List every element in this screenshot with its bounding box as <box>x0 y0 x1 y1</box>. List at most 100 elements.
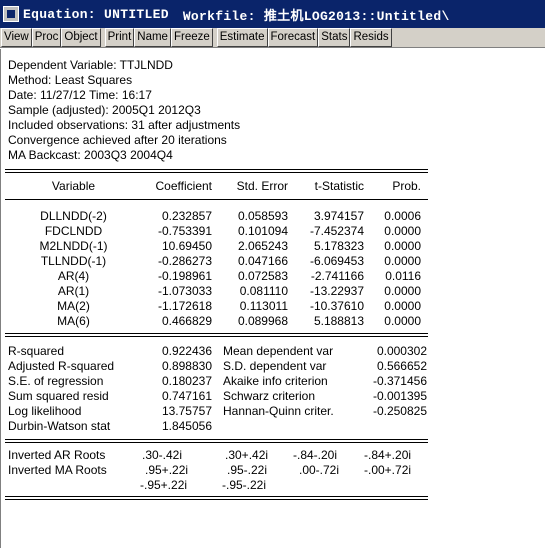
table-rule <box>5 172 428 173</box>
stat-value: -0.371456 <box>372 374 427 388</box>
cell-prob: 0.0000 <box>384 299 421 313</box>
stat-value: 0.000302 <box>376 344 427 358</box>
cell-coefficient: -0.753391 <box>157 224 212 238</box>
object-button[interactable]: Object <box>61 28 101 47</box>
cell-variable: DLLNDD(-2) <box>40 209 107 223</box>
header-line: Included observations: 31 after adjustme… <box>8 118 241 132</box>
cell-prob: 0.0000 <box>384 239 421 253</box>
cell-t-statistic: 5.178323 <box>313 239 364 253</box>
stat-label: Log likelihood <box>8 404 82 418</box>
ma-root: -.95+.22i <box>140 478 188 492</box>
col-header-prob: Prob. <box>392 179 421 193</box>
stat-value: 0.566652 <box>376 359 427 373</box>
cell-prob: 0.0000 <box>384 224 421 238</box>
table-rule <box>5 333 428 334</box>
header-line: Sample (adjusted): 2005Q1 2012Q3 <box>8 103 201 117</box>
table-rule <box>5 169 428 170</box>
cell-std-error: 0.113011 <box>239 299 288 313</box>
cell-variable: MA(6) <box>57 314 90 328</box>
cell-t-statistic: 5.188813 <box>313 314 364 328</box>
name-button[interactable]: Name <box>134 28 171 47</box>
cell-variable: AR(1) <box>57 284 90 298</box>
cell-std-error: 0.058593 <box>237 209 288 223</box>
stat-value: 0.180237 <box>161 374 212 388</box>
inverted-ar-roots-label: Inverted AR Roots <box>8 448 106 462</box>
ma-root: .95+.22i <box>145 463 189 477</box>
col-header-std-error: Std. Error <box>236 179 288 193</box>
cell-std-error: 0.047166 <box>237 254 288 268</box>
table-rule <box>5 336 428 337</box>
cell-variable: TLLNDD(-1) <box>40 254 107 268</box>
ar-root: .30-.42i <box>142 448 183 462</box>
stat-value: 0.922436 <box>161 344 212 358</box>
cell-t-statistic: -2.741166 <box>310 269 364 283</box>
cell-coefficient: -0.198961 <box>157 269 212 283</box>
freeze-button[interactable]: Freeze <box>170 28 213 47</box>
stat-value: -0.001395 <box>372 389 427 403</box>
stat-value: 0.898830 <box>161 359 212 373</box>
cell-std-error: 0.081110 <box>239 284 288 298</box>
cell-std-error: 0.072583 <box>237 269 288 283</box>
ar-root: -.84+.20i <box>364 448 412 462</box>
title-bar[interactable]: Equation: UNTITLED Workfile: 推土机LOG2013:… <box>0 0 545 28</box>
cell-variable: M2LNDD(-1) <box>39 239 108 253</box>
output-view[interactable]: Dependent Variable: TTJLNDD Method: Leas… <box>0 49 545 548</box>
cell-coefficient: 10.69450 <box>161 239 212 253</box>
stat-label: S.D. dependent var <box>223 359 327 373</box>
cell-variable: AR(4) <box>57 269 90 283</box>
cell-t-statistic: -13.22937 <box>309 284 364 298</box>
header-line: Date: 11/27/12 Time: 16:17 <box>8 88 152 102</box>
cell-std-error: 0.101094 <box>237 224 288 238</box>
ma-root: .95-.22i <box>227 463 268 477</box>
resids-button[interactable]: Resids <box>350 28 392 47</box>
stat-value: 0.747161 <box>161 389 212 403</box>
cell-t-statistic: -7.452374 <box>309 224 364 238</box>
cell-prob: 0.0116 <box>385 269 421 283</box>
table-rule <box>5 439 428 440</box>
inverted-ma-roots-label: Inverted MA Roots <box>8 463 107 477</box>
stat-label: Akaike info criterion <box>223 374 328 388</box>
stat-label: Hannan-Quinn criter. <box>223 404 334 418</box>
cell-coefficient: -0.286273 <box>157 254 212 268</box>
stats-button[interactable]: Stats <box>318 28 351 47</box>
col-header-coefficient: Coefficient <box>155 179 212 193</box>
cell-prob: 0.0000 <box>384 284 421 298</box>
ar-root: .30+.42i <box>225 448 269 462</box>
proc-button[interactable]: Proc <box>31 28 62 47</box>
stat-label: S.E. of regression <box>8 374 104 388</box>
cell-coefficient: 0.466829 <box>161 314 212 328</box>
ma-root: .00-.72i <box>299 463 340 477</box>
estimate-button[interactable]: Estimate <box>216 28 268 47</box>
cell-coefficient: 0.232857 <box>161 209 212 223</box>
stat-label: R-squared <box>8 344 65 358</box>
forecast-button[interactable]: Forecast <box>267 28 319 47</box>
cell-prob: 0.0000 <box>384 254 421 268</box>
table-rule <box>5 496 428 497</box>
ma-root: -.95-.22i <box>222 478 267 492</box>
ar-root: -.84-.20i <box>293 448 338 462</box>
col-header-t-statistic: t-Statistic <box>314 179 364 193</box>
stat-label: Sum squared resid <box>8 389 109 403</box>
cell-variable: MA(2) <box>57 299 90 313</box>
cell-variable: FDCLNDD <box>44 224 103 238</box>
ma-root: -.00+.72i <box>364 463 412 477</box>
stat-label: Durbin-Watson stat <box>8 419 111 433</box>
stat-label: Adjusted R-squared <box>8 359 115 373</box>
cell-coefficient: -1.172618 <box>157 299 212 313</box>
cell-prob: 0.0000 <box>384 314 421 328</box>
window-icon[interactable] <box>3 6 19 22</box>
table-rule <box>5 442 428 443</box>
cell-prob: 0.0006 <box>384 209 421 223</box>
view-button[interactable]: View <box>1 28 32 47</box>
table-rule <box>5 199 428 200</box>
cell-std-error: 2.065243 <box>237 239 288 253</box>
header-line: Dependent Variable: TTJLNDD <box>8 58 173 72</box>
header-line: Method: Least Squares <box>8 73 133 87</box>
header-line: MA Backcast: 2003Q3 2004Q4 <box>8 148 173 162</box>
print-button[interactable]: Print <box>104 28 135 47</box>
stat-value: 13.75757 <box>161 404 212 418</box>
workfile-title: Workfile: 推土机LOG2013::Untitled\ <box>182 8 450 24</box>
stat-value: -0.250825 <box>372 404 427 418</box>
window-title: Equation: UNTITLED <box>23 6 169 22</box>
cell-t-statistic: -6.069453 <box>309 254 364 268</box>
